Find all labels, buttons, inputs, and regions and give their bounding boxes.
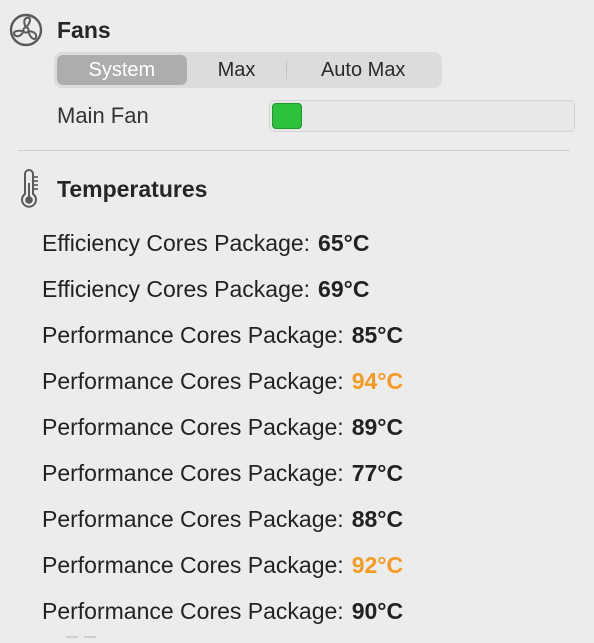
more-content-indicator bbox=[66, 636, 96, 638]
temperature-label: Performance Cores Package: bbox=[42, 551, 344, 578]
temperatures-title: Temperatures bbox=[57, 175, 208, 202]
temperature-value: 94°C bbox=[351, 367, 404, 394]
temperature-row: Performance Cores Package: 77°C bbox=[42, 450, 403, 496]
fan-mode-segmented-control: System Max Auto Max bbox=[54, 52, 442, 88]
temperature-row: Performance Cores Package: 90°C bbox=[42, 588, 403, 634]
thermometer-icon bbox=[14, 168, 44, 210]
temperature-value: 89°C bbox=[351, 413, 404, 440]
temperature-label: Performance Cores Package: bbox=[42, 505, 344, 532]
temperature-value: 90°C bbox=[351, 597, 404, 624]
main-fan-speed-fill bbox=[272, 103, 302, 129]
temperature-label: Performance Cores Package: bbox=[42, 413, 344, 440]
main-fan-label: Main Fan bbox=[57, 103, 149, 128]
temperature-row: Performance Cores Package: 85°C bbox=[42, 312, 403, 358]
temperature-value: 77°C bbox=[351, 459, 404, 486]
fan-icon bbox=[8, 12, 44, 48]
main-fan-row: Main Fan bbox=[57, 100, 577, 134]
temperature-label: Efficiency Cores Package: bbox=[42, 229, 311, 256]
fan-mode-max-segment[interactable]: Max bbox=[187, 55, 287, 85]
temperature-row: Efficiency Cores Package: 69°C bbox=[42, 266, 403, 312]
temperature-row: Performance Cores Package: 92°C bbox=[42, 542, 403, 588]
temperature-row: Performance Cores Package: 88°C bbox=[42, 496, 403, 542]
fans-section-header: Fans bbox=[8, 12, 111, 48]
temperature-label: Performance Cores Package: bbox=[42, 597, 344, 624]
fan-mode-auto-max-segment[interactable]: Auto Max bbox=[287, 55, 439, 85]
temperature-value: 69°C bbox=[318, 275, 370, 302]
main-fan-speed-bar bbox=[269, 100, 575, 132]
temperature-label: Performance Cores Package: bbox=[42, 459, 344, 486]
temperature-label: Performance Cores Package: bbox=[42, 321, 344, 348]
temperature-row: Efficiency Cores Package: 65°C bbox=[42, 220, 403, 266]
temperature-label: Efficiency Cores Package: bbox=[42, 275, 311, 302]
temperature-row: Performance Cores Package: 89°C bbox=[42, 404, 403, 450]
section-divider bbox=[18, 150, 570, 151]
temperature-label: Performance Cores Package: bbox=[42, 367, 344, 394]
temperature-value: 65°C bbox=[318, 229, 370, 256]
temperature-value: 88°C bbox=[351, 505, 404, 532]
temperature-value: 92°C bbox=[351, 551, 404, 578]
temperature-value: 85°C bbox=[351, 321, 404, 348]
temperature-row: Performance Cores Package: 94°C bbox=[42, 358, 403, 404]
fan-mode-system-segment[interactable]: System bbox=[57, 55, 187, 85]
fans-title: Fans bbox=[57, 16, 111, 43]
temperature-list: Efficiency Cores Package: 65°C Efficienc… bbox=[42, 220, 403, 634]
temperatures-section-header: Temperatures bbox=[14, 168, 207, 210]
